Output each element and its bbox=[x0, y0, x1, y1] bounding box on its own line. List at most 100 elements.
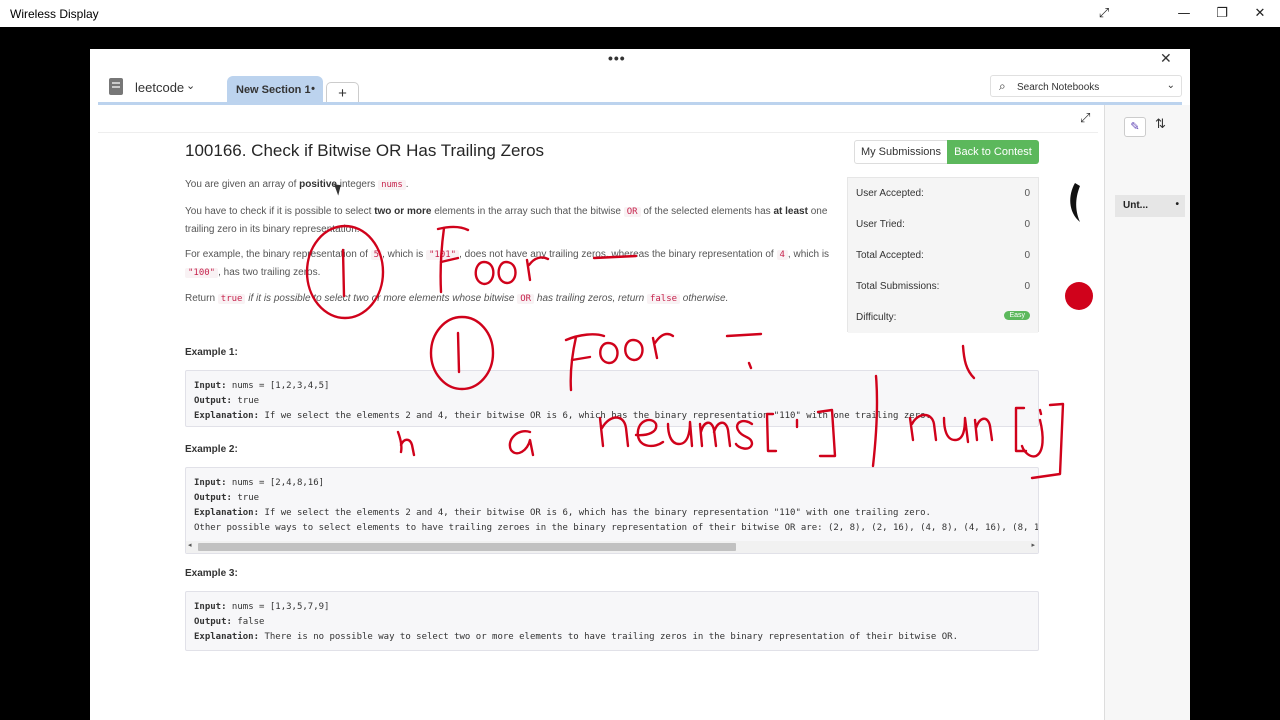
bold-text: positive bbox=[299, 179, 337, 190]
bold-text: two or more bbox=[374, 206, 432, 217]
inline-code: OR bbox=[623, 207, 641, 217]
output-label: Output: bbox=[194, 493, 232, 503]
difficulty-badge: Easy bbox=[1004, 311, 1030, 320]
app-close-icon[interactable]: ✕ bbox=[1160, 51, 1172, 67]
stat-value: 0 bbox=[1024, 281, 1030, 292]
explanation-label: Explanation: bbox=[194, 508, 260, 518]
output-label: Output: bbox=[194, 617, 232, 627]
sort-icon[interactable]: ⇅ bbox=[1155, 117, 1166, 132]
inline-code: OR bbox=[517, 294, 535, 304]
text: , has two trailing zeros. bbox=[218, 267, 321, 278]
more-options-icon[interactable]: ••• bbox=[608, 50, 626, 66]
stat-label: User Tried: bbox=[856, 219, 905, 230]
notebook-bar: leetcode ⌄ New Section 1 • + ⌕ Search No… bbox=[90, 71, 1190, 103]
stat-value: 0 bbox=[1024, 188, 1030, 199]
divider bbox=[98, 132, 1098, 133]
add-section-button[interactable]: + bbox=[326, 82, 359, 103]
problem-title: 100166. Check if Bitwise OR Has Trailing… bbox=[185, 141, 545, 160]
text: You are given an array of bbox=[185, 179, 300, 190]
example-block: Input: nums = [1,2,3,4,5] Output: true E… bbox=[185, 370, 1039, 427]
example-title: Example 2: bbox=[185, 444, 238, 455]
inline-code: "100" bbox=[185, 268, 219, 278]
stat-row: Total Submissions: 0 bbox=[848, 271, 1038, 302]
stats-panel: User Accepted: 0 User Tried: 0 Total Acc… bbox=[847, 177, 1039, 333]
description-paragraph: You are given an array of positive integ… bbox=[185, 176, 840, 194]
restore-button[interactable]: ❐ bbox=[1202, 0, 1242, 27]
scroll-thumb[interactable] bbox=[198, 543, 736, 551]
text: , which is bbox=[787, 249, 830, 260]
output-label: Output: bbox=[194, 396, 232, 406]
output-value: false bbox=[231, 617, 265, 627]
input-value: nums = [1,3,5,7,9] bbox=[226, 602, 330, 612]
tab-new-section-1[interactable]: New Section 1 • bbox=[227, 76, 323, 103]
stat-label: Difficulty: bbox=[856, 312, 897, 323]
text: elements in the array such that the bitw… bbox=[431, 206, 624, 217]
search-icon: ⌕ bbox=[999, 79, 1006, 93]
input-value: nums = [2,4,8,16] bbox=[226, 478, 325, 488]
bold-text: at least bbox=[773, 206, 808, 217]
fullscreen-icon[interactable]: ⤢ bbox=[1080, 111, 1090, 126]
search-notebooks-input[interactable]: ⌕ Search Notebooks ⌄ bbox=[990, 75, 1182, 97]
text: For example, the binary representation o… bbox=[185, 249, 371, 260]
explanation-extra: Other possible ways to select elements t… bbox=[194, 523, 1039, 533]
window-titlebar: Wireless Display ⤢ — ❐ ✕ bbox=[0, 0, 1280, 27]
stat-row: User Tried: 0 bbox=[848, 209, 1038, 240]
example-block: Input: nums = [1,3,5,7,9] Output: false … bbox=[185, 591, 1039, 651]
inline-code: true bbox=[217, 294, 246, 304]
scroll-right-icon[interactable]: ▸ bbox=[1031, 541, 1035, 549]
horizontal-scrollbar[interactable]: ◂ ▸ bbox=[186, 541, 1038, 553]
output-value: true bbox=[231, 396, 260, 406]
stat-row: User Accepted: 0 bbox=[848, 178, 1038, 209]
italic-text: has trailing zeros, return bbox=[534, 293, 647, 304]
inline-code: false bbox=[646, 294, 681, 304]
back-to-contest-button[interactable]: Back to Contest bbox=[947, 140, 1039, 164]
italic-text: otherwise. bbox=[680, 293, 729, 304]
stat-label: Total Accepted: bbox=[856, 250, 924, 261]
page-title-label: Unt... bbox=[1123, 200, 1148, 211]
text: , which is bbox=[382, 249, 426, 260]
new-page-icon[interactable]: ✎ bbox=[1124, 117, 1146, 137]
stat-label: User Accepted: bbox=[856, 188, 924, 199]
inline-code: 4 bbox=[776, 250, 788, 260]
italic-text: if it is possible to select two or more … bbox=[245, 293, 518, 304]
text: Return bbox=[185, 293, 218, 304]
pages-pane: ✎ ⇅ Unt... • bbox=[1104, 105, 1190, 720]
stat-value: 0 bbox=[1024, 219, 1030, 230]
scroll-left-icon[interactable]: ◂ bbox=[188, 541, 192, 549]
input-label: Input: bbox=[194, 602, 227, 612]
explanation-label: Explanation: bbox=[194, 632, 260, 642]
page-dot: • bbox=[1175, 199, 1179, 210]
explanation-text: There is no possible way to select two o… bbox=[259, 632, 959, 642]
expand-icon[interactable]: ⤢ bbox=[1084, 0, 1124, 27]
stat-value: 0 bbox=[1024, 250, 1030, 261]
input-value: nums = [1,2,3,4,5] bbox=[226, 381, 330, 391]
text: , does not have any trailing zeros, wher… bbox=[459, 249, 777, 260]
minimize-button[interactable]: — bbox=[1164, 0, 1204, 27]
text: . bbox=[405, 179, 409, 190]
inline-code: nums bbox=[378, 180, 406, 190]
example-title: Example 1: bbox=[185, 347, 238, 358]
my-submissions-button[interactable]: My Submissions bbox=[854, 140, 948, 164]
description-paragraph: For example, the binary representation o… bbox=[185, 246, 840, 282]
explanation-label: Explanation: bbox=[194, 411, 260, 421]
close-button[interactable]: ✕ bbox=[1240, 0, 1280, 27]
stat-row: Total Accepted: 0 bbox=[848, 240, 1038, 271]
description-paragraph: You have to check if it is possible to s… bbox=[185, 203, 840, 238]
chevron-down-icon[interactable]: ⌄ bbox=[186, 79, 195, 92]
section-tab-dot: • bbox=[311, 83, 315, 95]
input-label: Input: bbox=[194, 381, 227, 391]
description-paragraph: Return true if it is possible to select … bbox=[185, 290, 840, 308]
text: integers bbox=[336, 179, 379, 190]
input-label: Input: bbox=[194, 478, 227, 488]
stat-row: Difficulty: Easy bbox=[848, 302, 1038, 333]
text: of the selected elements has bbox=[640, 206, 774, 217]
section-tab-label: New Section 1 bbox=[236, 84, 311, 96]
chevron-down-icon[interactable]: ⌄ bbox=[1167, 80, 1175, 91]
inline-code: 5 bbox=[370, 250, 383, 260]
search-placeholder: Search Notebooks bbox=[1017, 82, 1100, 93]
explanation-text: If we select the elements 2 and 4, their… bbox=[259, 508, 931, 518]
page-list-item[interactable]: Unt... • bbox=[1115, 195, 1185, 217]
explanation-text: If we select the elements 2 and 4, their… bbox=[259, 411, 931, 421]
notebook-name[interactable]: leetcode bbox=[135, 80, 184, 95]
inline-code: "101" bbox=[425, 250, 460, 260]
